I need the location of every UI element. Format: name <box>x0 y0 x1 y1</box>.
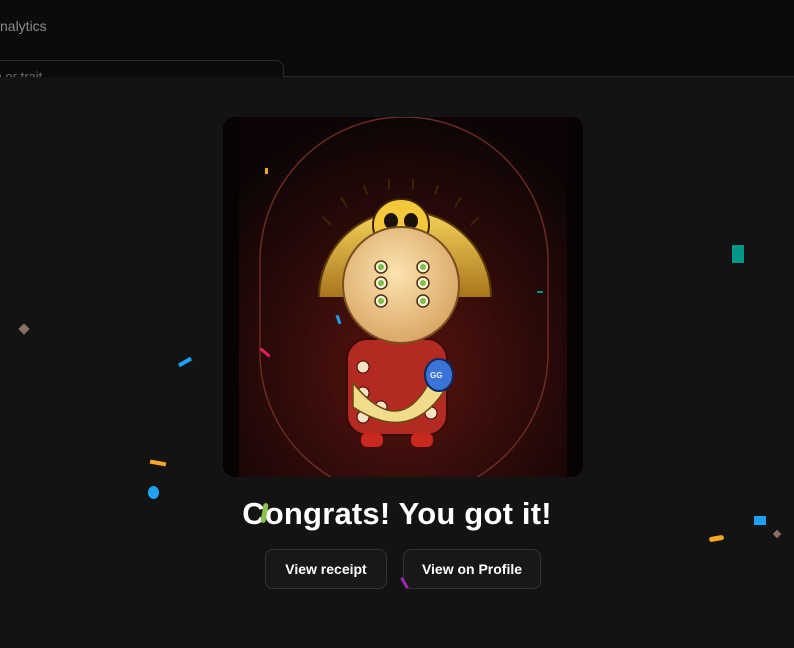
success-headline: Congrats! You got it! <box>242 496 552 531</box>
view-on-profile-button[interactable]: View on Profile <box>403 549 541 589</box>
confetti-piece <box>754 516 766 525</box>
tab-analytics[interactable]: nalytics <box>0 18 47 34</box>
confetti-piece <box>148 486 159 499</box>
nft-artwork-svg <box>223 117 583 477</box>
confetti-piece <box>537 291 543 293</box>
nft-image: GG <box>223 117 583 477</box>
view-receipt-button[interactable]: View receipt <box>265 549 387 589</box>
confetti-piece <box>265 168 268 174</box>
confetti-piece <box>732 245 744 263</box>
top-nav-bar: nalytics m or trait <box>0 0 794 92</box>
potion-badge-text: GG <box>430 371 443 380</box>
